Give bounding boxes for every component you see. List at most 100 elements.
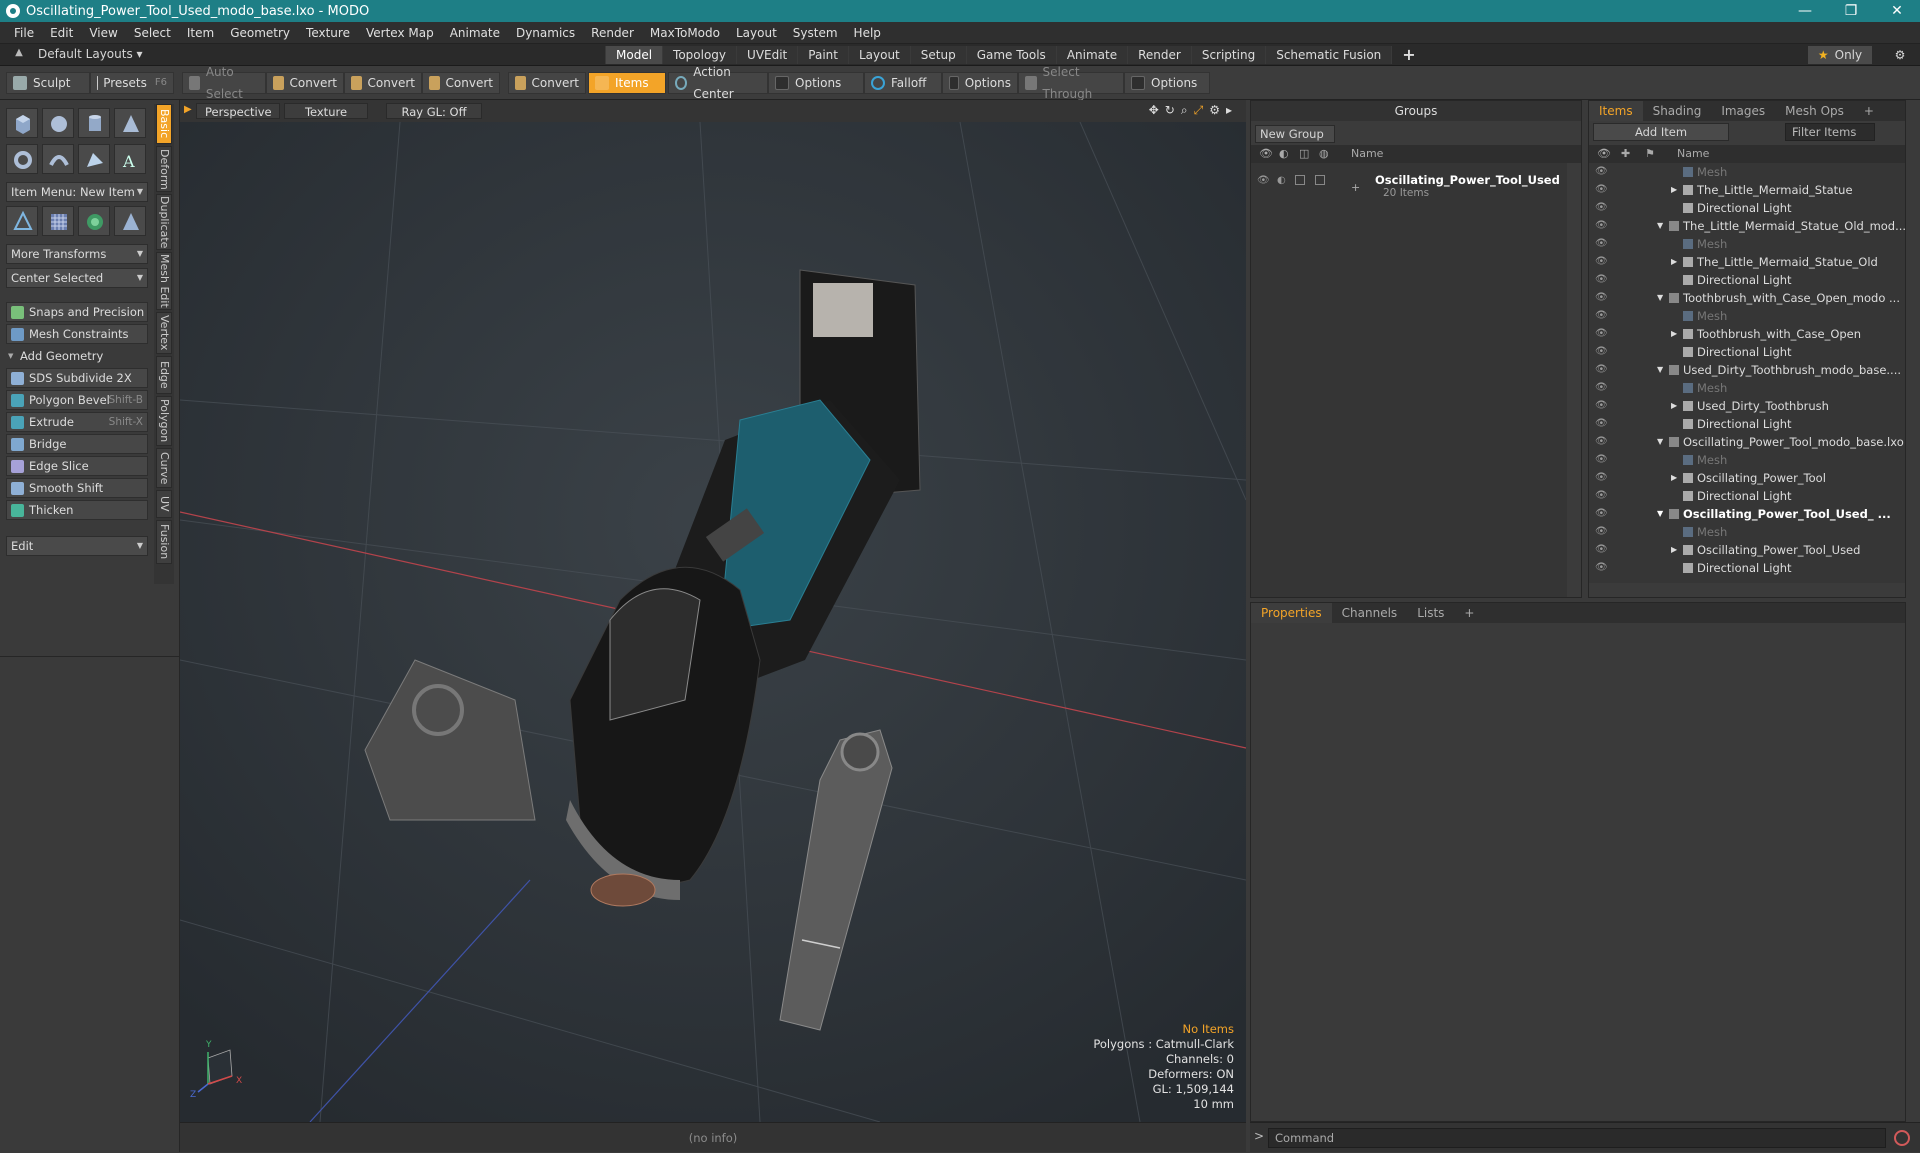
smooth-shift-button[interactable]: Smooth Shift [6,478,148,498]
thicken-button[interactable]: Thicken [6,500,148,520]
lock-toggle-icon[interactable] [1295,175,1305,185]
minimize-button[interactable]: — [1782,0,1828,22]
menu-file[interactable]: File [6,26,42,40]
menu-item[interactable]: Item [179,26,222,40]
tab-schematic-fusion[interactable]: Schematic Fusion [1265,46,1391,64]
add-tab-button[interactable]: + [1391,46,1425,64]
vtab-vertex[interactable]: Vertex [156,312,172,354]
tab-shading[interactable]: Shading [1643,101,1712,121]
menu-maxtomodo[interactable]: MaxToModo [642,26,728,40]
visibility-eye-icon[interactable]: 👁 [1595,400,1607,410]
select-through-button[interactable]: Select Through [1018,72,1124,94]
options-button-3[interactable]: Options [1124,72,1210,94]
visibility-eye-icon[interactable]: 👁 [1595,364,1607,374]
lock-column-icon[interactable]: ✚ [1621,147,1630,160]
move-tool-icon[interactable] [6,206,38,236]
list-item[interactable]: 👁Directional Light [1589,487,1905,505]
visibility-eye-icon[interactable]: 👁 [1595,328,1607,338]
expand-arrow-icon[interactable]: ▶ [1671,329,1677,338]
list-item[interactable]: 👁Mesh [1589,523,1905,541]
tab-model[interactable]: Model [605,46,662,64]
visibility-eye-icon[interactable]: 👁 [1595,544,1607,554]
visibility-eye-icon[interactable]: 👁 [1595,274,1607,284]
list-item[interactable]: 👁Directional Light [1589,343,1905,361]
add-items-tab-button[interactable]: + [1854,101,1884,121]
menu-animate[interactable]: Animate [442,26,508,40]
select-column-icon[interactable]: ◍ [1319,147,1329,160]
vtab-duplicate[interactable]: Duplicate [156,194,172,250]
grid-tool-icon[interactable] [42,206,74,236]
menu-system[interactable]: System [785,26,846,40]
vtab-deform[interactable]: Deform [156,146,172,192]
collapse-arrow-icon[interactable]: ▼ [1657,293,1663,302]
pen-tool-icon[interactable] [78,144,110,174]
list-item[interactable]: 👁Mesh [1589,379,1905,397]
text-tool-icon[interactable]: A [114,144,146,174]
list-item[interactable]: 👁▼Oscillating_Power_Tool_modo_base.lxo [1589,433,1905,451]
expand-arrow-icon[interactable]: ▶ [1671,185,1677,194]
list-item[interactable]: 👁▼Used_Dirty_Toothbrush_modo_base.... [1589,361,1905,379]
render-toggle-icon[interactable]: ◐ [1277,175,1286,186]
rotate-tool-icon[interactable] [78,206,110,236]
select-toggle-icon[interactable] [1315,175,1325,185]
expand-arrow-icon[interactable]: ▶ [1671,257,1677,266]
sphere-tool-icon[interactable] [42,108,74,138]
edge-slice-button[interactable]: Edge Slice [6,456,148,476]
menu-edit[interactable]: Edit [42,26,81,40]
tube-tool-icon[interactable] [42,144,74,174]
pan-icon[interactable]: ✥ [1149,103,1159,118]
visibility-eye-icon[interactable]: 👁 [1595,166,1607,176]
tab-properties[interactable]: Properties [1251,603,1332,623]
tab-channels[interactable]: Channels [1332,603,1408,623]
sds-subdivide-button[interactable]: SDS Subdivide 2X [6,368,148,388]
layout-menu-icon[interactable]: ▲ [12,47,26,61]
visibility-eye-icon[interactable]: 👁 [1595,436,1607,446]
list-item[interactable]: 👁▶Oscillating_Power_Tool_Used [1589,541,1905,559]
menu-texture[interactable]: Texture [298,26,358,40]
auto-select-button[interactable]: Auto Select [182,72,266,94]
options-button-1[interactable]: Options [768,72,864,94]
viewport-settings-icon[interactable]: ⚙ [1209,103,1220,118]
visibility-eye-icon[interactable]: 👁 [1595,562,1607,572]
visibility-eye-icon[interactable]: 👁 [1595,310,1607,320]
only-button[interactable]: ★Only [1808,46,1872,64]
menu-view[interactable]: View [81,26,125,40]
visibility-eye-icon[interactable]: 👁 [1595,490,1607,500]
vtab-edge[interactable]: Edge [156,356,172,394]
visibility-eye-icon[interactable]: 👁 [1595,184,1607,194]
list-item[interactable]: 👁▶The_Little_Mermaid_Statue_Old [1589,253,1905,271]
list-item[interactable]: 👁▶Oscillating_Power_Tool [1589,469,1905,487]
default-layouts-dropdown[interactable]: Default Layouts ▾ [38,47,143,61]
texture-dropdown[interactable]: Texture [284,103,368,119]
vtab-mesh-edit[interactable]: Mesh Edit [156,252,172,310]
command-input[interactable]: Command [1268,1128,1886,1148]
expand-arrow-icon[interactable]: ▶ [1671,473,1677,482]
torus-tool-icon[interactable] [6,144,38,174]
gear-icon[interactable]: ⚙ [1890,46,1910,64]
visibility-eye-icon[interactable]: 👁 [1595,526,1607,536]
visibility-eye-icon[interactable]: 👁 [1595,418,1607,428]
list-item[interactable]: 👁▼The_Little_Mermaid_Statue_Old_mod... [1589,217,1905,235]
close-button[interactable]: ✕ [1874,0,1920,22]
visibility-column-icon[interactable]: 👁 [1259,147,1273,160]
list-item[interactable]: 👁Directional Light [1589,415,1905,433]
collapse-arrow-icon[interactable]: ▼ [1657,437,1663,446]
add-geometry-section[interactable]: Add Geometry [6,346,148,366]
bridge-button[interactable]: Bridge [6,434,148,454]
collapse-arrow-icon[interactable]: ▼ [1657,365,1663,374]
tab-scripting[interactable]: Scripting [1191,46,1265,64]
presets-button[interactable]: PresetsF6 [90,72,174,94]
snaps-precision-button[interactable]: Snaps and Precision [6,302,148,322]
edit-dropdown[interactable]: Edit [6,536,148,556]
options-button-2[interactable]: Options [942,72,1018,94]
scale-tool-icon[interactable] [114,206,146,236]
convert-button-4[interactable]: Convert [508,72,586,94]
list-item[interactable]: 👁Mesh [1589,307,1905,325]
viewport-menu-icon[interactable]: ▶ [184,104,192,115]
list-item[interactable]: 👁Directional Light [1589,559,1905,577]
list-item[interactable]: 👁▼Toothbrush_with_Case_Open_modo ... [1589,289,1905,307]
groups-name-column[interactable]: Name [1351,147,1383,160]
menu-vertex-map[interactable]: Vertex Map [358,26,442,40]
visibility-eye-icon[interactable]: 👁 [1595,346,1607,356]
tab-layout[interactable]: Layout [848,46,910,64]
